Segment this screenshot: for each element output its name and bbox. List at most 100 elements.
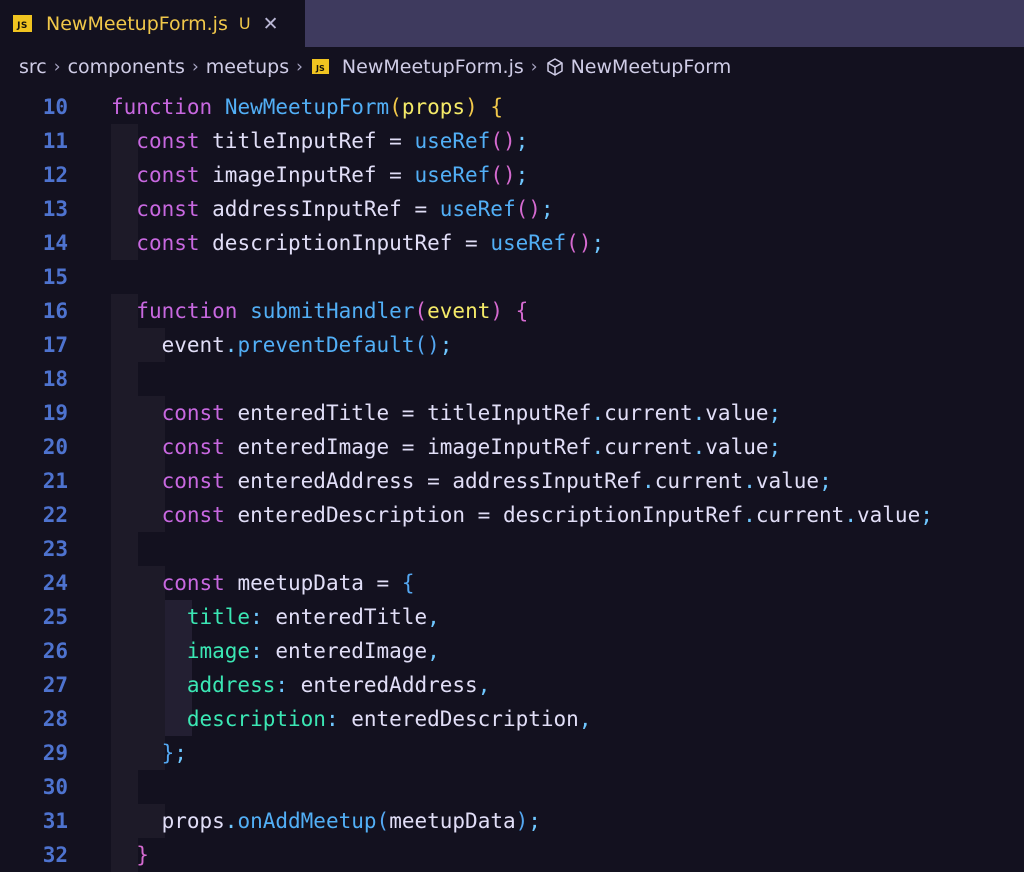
code-line[interactable]: 26 image: enteredImage, — [0, 634, 1024, 668]
editor-tab-active[interactable]: JS NewMeetupForm.js U ✕ — [0, 0, 305, 47]
line-number[interactable]: 29 — [0, 736, 68, 770]
code-token: ( — [376, 809, 390, 833]
code-line[interactable]: 31 props.onAddMeetup(meetupData); — [0, 804, 1024, 838]
line-number[interactable]: 24 — [0, 566, 68, 600]
code-line[interactable]: 32 } — [0, 838, 1024, 872]
line-number[interactable]: 17 — [0, 328, 68, 362]
code-line[interactable]: 12 const imageInputRef = useRef(); — [0, 158, 1024, 192]
code-token: function — [111, 95, 213, 119]
code-token: : — [275, 673, 289, 697]
code-token: current — [654, 469, 744, 493]
code-token: useRef — [414, 163, 491, 187]
close-icon[interactable]: ✕ — [263, 13, 279, 35]
line-number[interactable]: 15 — [0, 260, 68, 294]
breadcrumb-item-meetups[interactable]: meetups — [206, 56, 289, 78]
line-number[interactable]: 22 — [0, 498, 68, 532]
line-number[interactable]: 32 — [0, 838, 68, 872]
code-line[interactable]: 30 — [0, 770, 1024, 804]
code-token: ; — [174, 741, 187, 765]
breadcrumb-item-components[interactable]: components — [68, 56, 185, 78]
tab-filename: NewMeetupForm.js — [46, 12, 228, 35]
code-line[interactable]: 11 const titleInputRef = useRef(); — [0, 124, 1024, 158]
code-token: ; — [439, 333, 453, 357]
code-token: { — [515, 299, 529, 323]
code-token: title — [186, 605, 251, 629]
code-line[interactable]: 13 const addressInputRef = useRef(); — [0, 192, 1024, 226]
code-token: const — [136, 129, 200, 153]
code-line[interactable]: 20 const enteredImage = imageInputRef.cu… — [0, 430, 1024, 464]
code-line[interactable]: 29 }; — [0, 736, 1024, 770]
code-token: value — [705, 401, 769, 425]
code-token: ; — [540, 197, 554, 221]
code-token: enteredTitle — [262, 605, 428, 629]
code-token: enteredDescription = descriptionInputRef — [224, 503, 744, 527]
code-line[interactable]: 17 event.preventDefault(); — [0, 328, 1024, 362]
code-line[interactable]: 28 description: enteredDescription, — [0, 702, 1024, 736]
code-token: ( — [414, 299, 428, 323]
code-line[interactable]: 21 const enteredAddress = addressInputRe… — [0, 464, 1024, 498]
javascript-file-icon: JS — [13, 15, 32, 32]
code-token: event — [427, 299, 491, 323]
line-number[interactable]: 10 — [0, 90, 68, 124]
line-number[interactable]: 21 — [0, 464, 68, 498]
line-content: const titleInputRef = useRef(); — [111, 124, 528, 158]
line-number[interactable]: 18 — [0, 362, 68, 396]
breadcrumb-item-symbol[interactable]: NewMeetupForm — [571, 56, 732, 78]
code-token: enteredTitle = titleInputRef — [224, 401, 592, 425]
code-line[interactable]: 10 function NewMeetupForm(props) { — [0, 90, 1024, 124]
line-number[interactable]: 13 — [0, 192, 68, 226]
line-number[interactable]: 16 — [0, 294, 68, 328]
code-token: , — [477, 673, 491, 697]
code-line[interactable]: 16 function submitHandler(event) { — [0, 294, 1024, 328]
line-number[interactable]: 23 — [0, 532, 68, 566]
line-content: props.onAddMeetup(meetupData); — [111, 804, 541, 838]
code-line[interactable]: 27 address: enteredAddress, — [0, 668, 1024, 702]
code-line[interactable]: 22 const enteredDescription = descriptio… — [0, 498, 1024, 532]
line-content: image: enteredImage, — [111, 634, 440, 668]
code-line[interactable]: 15 — [0, 260, 1024, 294]
code-token: current — [755, 503, 845, 527]
line-number[interactable]: 20 — [0, 430, 68, 464]
code-token: const — [161, 503, 225, 527]
line-content: }; — [111, 736, 187, 770]
line-number[interactable]: 19 — [0, 396, 68, 430]
line-number[interactable]: 26 — [0, 634, 68, 668]
code-line[interactable]: 24 const meetupData = { — [0, 566, 1024, 600]
code-token: useRef — [490, 231, 567, 255]
line-number[interactable]: 14 — [0, 226, 68, 260]
line-content: const enteredImage = imageInputRef.curre… — [111, 430, 782, 464]
code-token: . — [224, 809, 238, 833]
line-number[interactable]: 12 — [0, 158, 68, 192]
code-token: meetupData — [389, 809, 516, 833]
line-number[interactable]: 27 — [0, 668, 68, 702]
breadcrumb-item-src[interactable]: src — [19, 56, 47, 78]
code-line[interactable]: 18 — [0, 362, 1024, 396]
line-number[interactable]: 28 — [0, 702, 68, 736]
line-number[interactable]: 11 — [0, 124, 68, 158]
code-line[interactable]: 14 const descriptionInputRef = useRef(); — [0, 226, 1024, 260]
line-number[interactable]: 30 — [0, 770, 68, 804]
code-token: . — [844, 503, 857, 527]
breadcrumb: src › components › meetups › JS NewMeetu… — [0, 47, 1024, 86]
code-token: ; — [591, 231, 605, 255]
code-token: value — [755, 469, 820, 493]
chevron-right-icon: › — [296, 56, 303, 77]
code-token: { — [490, 95, 504, 119]
breadcrumb-item-file[interactable]: NewMeetupForm.js — [342, 56, 524, 78]
line-number[interactable]: 25 — [0, 600, 68, 634]
code-token: . — [591, 435, 605, 459]
code-line[interactable]: 25 title: enteredTitle, — [0, 600, 1024, 634]
code-token: () — [414, 333, 440, 357]
code-token: ) — [465, 95, 478, 119]
code-line[interactable]: 19 const enteredTitle = titleInputRef.cu… — [0, 396, 1024, 430]
code-token: } — [136, 843, 149, 867]
code-line[interactable]: 23 — [0, 532, 1024, 566]
line-content: const enteredDescription = descriptionIn… — [111, 498, 933, 532]
code-editor[interactable]: 10 function NewMeetupForm(props) {11 cons… — [0, 90, 1024, 872]
line-number[interactable]: 31 — [0, 804, 68, 838]
